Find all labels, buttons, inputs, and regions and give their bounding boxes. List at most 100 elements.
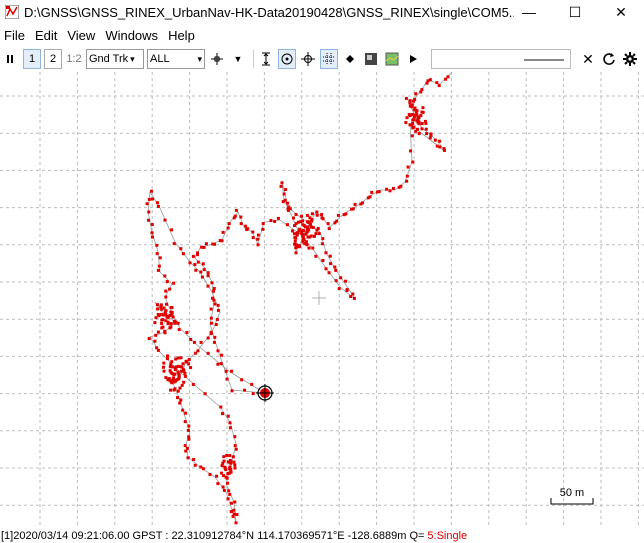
track-point xyxy=(177,328,181,332)
track-point xyxy=(212,298,216,302)
sky-image-icon[interactable] xyxy=(362,49,380,69)
track-point xyxy=(176,389,180,393)
track-point xyxy=(209,332,213,336)
time-slider[interactable] xyxy=(431,49,571,69)
track-point xyxy=(404,121,408,125)
grid-toggle-icon[interactable] xyxy=(320,49,338,69)
track-point xyxy=(154,333,158,337)
track-point xyxy=(168,365,172,369)
status-quality: 5:Single xyxy=(427,529,468,542)
track-point xyxy=(239,215,243,219)
slider-track[interactable] xyxy=(524,59,564,61)
track-point xyxy=(407,112,411,116)
track-point xyxy=(284,188,288,192)
track-point xyxy=(280,181,284,185)
track-point xyxy=(215,317,219,321)
position-track xyxy=(145,72,453,525)
track-point xyxy=(336,213,340,217)
track-point xyxy=(183,420,187,424)
track-point xyxy=(177,372,181,376)
track-point xyxy=(195,253,199,257)
close-icon[interactable]: ✕ xyxy=(579,49,597,69)
track-point xyxy=(194,268,198,272)
fit-vertical-icon[interactable] xyxy=(257,49,275,69)
track-point xyxy=(375,190,379,194)
ground-track-canvas[interactable]: 50 m xyxy=(0,72,644,528)
center-target-icon[interactable] xyxy=(278,49,296,69)
track-point xyxy=(306,213,310,217)
track-point xyxy=(187,362,191,366)
menu-windows[interactable]: Windows xyxy=(101,28,164,43)
track-point xyxy=(184,411,188,415)
track-point xyxy=(291,216,295,220)
track-point xyxy=(163,218,167,222)
track-point xyxy=(301,236,305,240)
track-point xyxy=(309,223,313,227)
track-point xyxy=(228,454,232,458)
track-point xyxy=(324,267,328,271)
track-point xyxy=(240,378,244,382)
track-point xyxy=(170,371,174,375)
menu-view[interactable]: View xyxy=(63,28,101,43)
track-point xyxy=(213,302,217,306)
track-point xyxy=(327,271,331,275)
track-point xyxy=(334,279,338,283)
track-point xyxy=(216,362,220,366)
track-point xyxy=(256,243,260,247)
track-point xyxy=(150,189,154,193)
satellite-filter-select[interactable]: ALL ▾ xyxy=(147,49,205,69)
status-latitude: 22.310912784°N xyxy=(171,529,255,542)
window-title: D:\GNSS\GNSS_RINEX_UrbanNav-HK-Data20190… xyxy=(24,4,514,20)
track-point xyxy=(276,216,280,220)
play-icon[interactable] xyxy=(404,49,422,69)
show-points-icon[interactable] xyxy=(341,49,359,69)
map-image-icon[interactable] xyxy=(383,49,401,69)
toolbar-separator xyxy=(253,50,254,68)
toolbar: 1 2 1:2 Gnd Trk ▾ ALL ▾ ▼ ✕ xyxy=(0,47,644,71)
plot-1-button[interactable]: 1 xyxy=(23,49,41,69)
track-point xyxy=(438,139,442,143)
menu-file[interactable]: File xyxy=(0,28,31,43)
plot-2-button[interactable]: 2 xyxy=(44,49,62,69)
plot-type-select[interactable]: Gnd Trk ▾ xyxy=(86,49,144,69)
ground-track-plot[interactable]: 50 m xyxy=(0,72,644,528)
current-position-marker[interactable] xyxy=(256,384,274,402)
scale-bar: 50 m xyxy=(550,487,594,505)
track-point xyxy=(239,222,243,226)
track-point xyxy=(288,207,292,211)
track-point xyxy=(428,136,432,140)
close-button[interactable]: ✕ xyxy=(598,0,644,24)
pause-icon[interactable] xyxy=(2,49,20,69)
plot-1-2-button[interactable]: 1:2 xyxy=(65,49,83,69)
track-point xyxy=(256,237,260,241)
menu-edit[interactable]: Edit xyxy=(31,28,63,43)
track-point xyxy=(391,186,395,190)
track-point xyxy=(164,289,168,293)
track-point xyxy=(417,132,421,136)
track-point xyxy=(210,321,214,325)
minimize-button[interactable]: — xyxy=(506,0,552,24)
maximize-button[interactable]: ☐ xyxy=(552,0,598,24)
track-point xyxy=(191,254,195,258)
menu-help[interactable]: Help xyxy=(164,28,201,43)
origin-crosshair-icon[interactable] xyxy=(208,49,226,69)
track-point xyxy=(147,210,151,214)
track-point xyxy=(175,378,179,382)
dropdown-arrow-icon[interactable]: ▼ xyxy=(229,49,247,69)
track-point xyxy=(228,426,232,430)
track-point xyxy=(231,514,235,518)
track-point xyxy=(215,474,219,478)
track-point xyxy=(286,201,290,205)
track-point xyxy=(185,446,189,450)
track-point xyxy=(405,179,409,183)
track-point xyxy=(145,202,149,206)
track-point xyxy=(231,455,235,459)
track-point xyxy=(411,160,415,164)
gear-icon[interactable] xyxy=(621,49,639,69)
track-point xyxy=(230,369,234,373)
track-point xyxy=(187,437,191,441)
track-point xyxy=(419,90,423,94)
center-point-icon[interactable] xyxy=(299,49,317,69)
track-point xyxy=(166,322,170,326)
reload-icon[interactable] xyxy=(600,49,618,69)
